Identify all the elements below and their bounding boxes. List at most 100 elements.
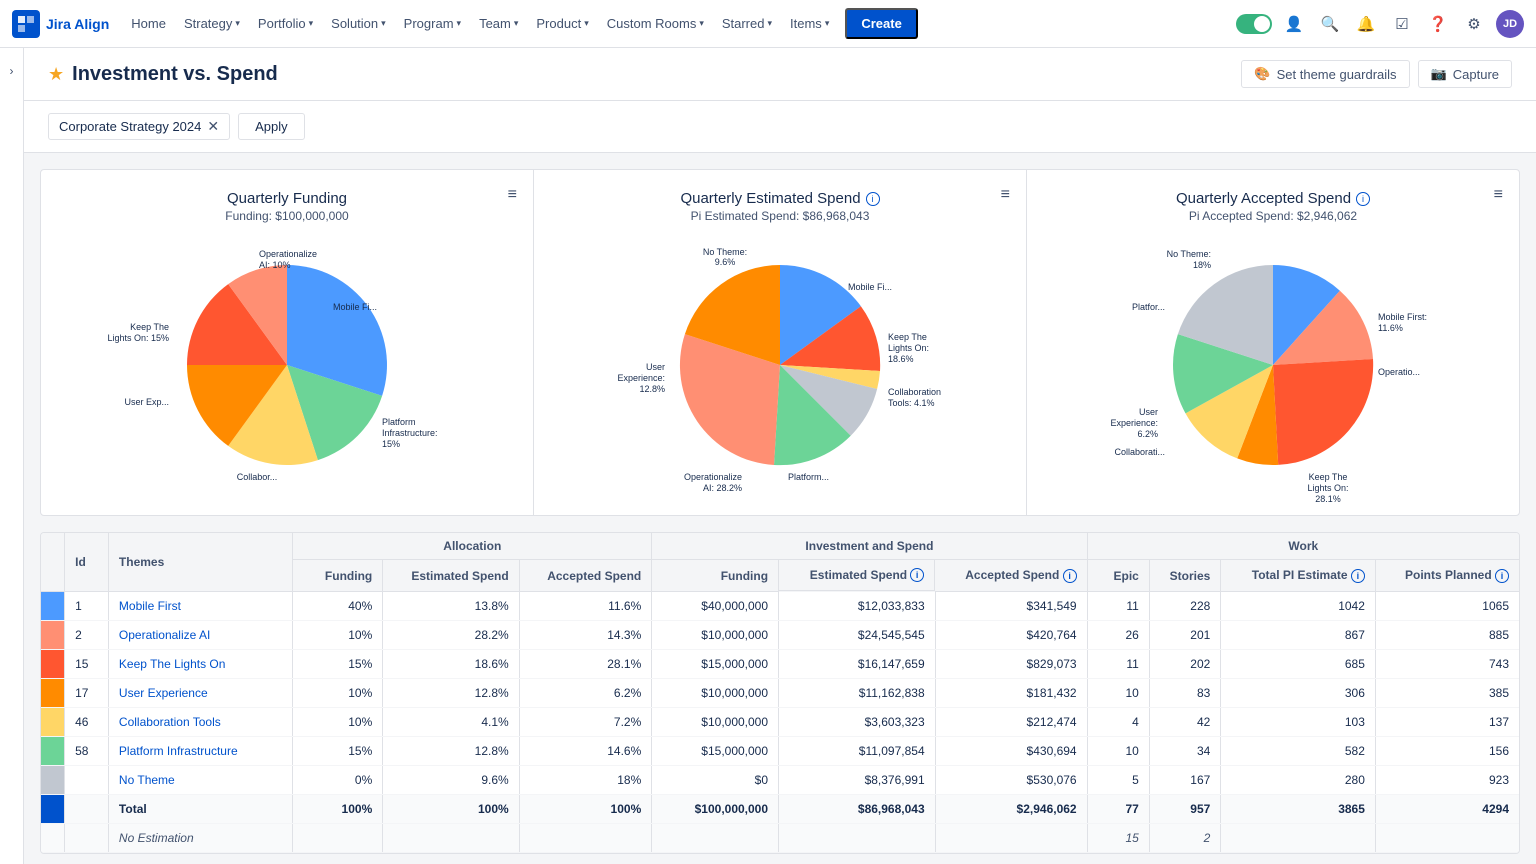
row-tpi: 280 — [1221, 766, 1376, 795]
row-alloc-funding: 10% — [293, 708, 383, 737]
search-icon[interactable]: 🔍 — [1316, 10, 1344, 38]
estimated-info-icon[interactable]: i — [866, 192, 880, 206]
quarterly-funding-subtitle: Funding: $100,000,000 — [57, 209, 517, 223]
row-inv-funding: $15,000,000 — [652, 737, 779, 766]
quarterly-funding-panel: Quarterly Funding Funding: $100,000,000 … — [41, 170, 534, 515]
guardrails-button[interactable]: 🎨 Set theme guardrails — [1241, 60, 1409, 88]
row-alloc-acc: 14.6% — [519, 737, 652, 766]
row-inv-funding: $15,000,000 — [652, 650, 779, 679]
svg-text:Platfor...: Platfor... — [1132, 302, 1165, 312]
quarterly-estimated-subtitle: Pi Estimated Spend: $86,968,043 — [550, 209, 1010, 223]
quarterly-accepted-title: Quarterly Accepted Spend — [1176, 190, 1351, 207]
row-inv-funding: $10,000,000 — [652, 679, 779, 708]
col-id: Id — [65, 533, 109, 592]
bell-icon[interactable]: 🔔 — [1352, 10, 1380, 38]
row-alloc-acc: 7.2% — [519, 708, 652, 737]
nav-portfolio[interactable]: Portfolio▾ — [250, 10, 321, 37]
svg-text:Operationalize: Operationalize — [684, 472, 742, 482]
row-alloc-est: 9.6% — [383, 766, 519, 795]
row-stories: 201 — [1149, 621, 1220, 650]
svg-text:15%: 15% — [382, 439, 400, 449]
col-pp: Points Planned i — [1375, 560, 1519, 592]
row-inv-acc: $829,073 — [935, 650, 1087, 679]
row-inv-funding: $10,000,000 — [652, 708, 779, 737]
nav-custom-rooms[interactable]: Custom Rooms▾ — [599, 10, 712, 37]
row-alloc-funding: 10% — [293, 679, 383, 708]
create-button[interactable]: Create — [845, 8, 917, 39]
svg-text:Collaborati...: Collaborati... — [1114, 447, 1165, 457]
app-logo[interactable]: Jira Align — [12, 10, 109, 38]
svg-text:User: User — [646, 362, 665, 372]
data-table-section: Id Themes Allocation Investment and Spen… — [40, 532, 1520, 854]
capture-button[interactable]: 📷 Capture — [1418, 60, 1512, 88]
svg-text:18.6%: 18.6% — [888, 354, 914, 364]
sidebar-toggle[interactable]: › — [0, 48, 24, 864]
row-pp: 385 — [1375, 679, 1519, 708]
row-theme: Mobile First — [108, 592, 292, 621]
nav-strategy[interactable]: Strategy▾ — [176, 10, 248, 37]
chart-menu-estimated[interactable]: ≡ — [1001, 186, 1010, 204]
apply-button[interactable]: Apply — [238, 113, 305, 140]
nav-product[interactable]: Product▾ — [528, 10, 596, 37]
chart-menu-accepted[interactable]: ≡ — [1494, 186, 1503, 204]
charts-section: Quarterly Funding Funding: $100,000,000 … — [40, 169, 1520, 516]
col-tpi: Total PI Estimate i — [1221, 560, 1376, 592]
row-inv-est: $24,545,545 — [779, 621, 936, 650]
row-alloc-acc: 6.2% — [519, 679, 652, 708]
nav-right-actions: 👤 🔍 🔔 ☑ ❓ ⚙ JD — [1236, 10, 1524, 38]
row-inv-acc: $430,694 — [935, 737, 1087, 766]
quarterly-accepted-panel: Quarterly Accepted Spend i Pi Accepted S… — [1027, 170, 1519, 515]
row-alloc-est: 28.2% — [383, 621, 519, 650]
quarterly-funding-chart: Mobile Fi... Platform Infrastructure: 15… — [57, 235, 517, 495]
row-theme: Platform Infrastructure — [108, 737, 292, 766]
guardrails-label: Set theme guardrails — [1277, 67, 1397, 82]
toggle-switch[interactable] — [1236, 14, 1272, 34]
nav-items[interactable]: Items▾ — [782, 10, 837, 37]
row-tpi: 103 — [1221, 708, 1376, 737]
svg-text:Operatio...: Operatio... — [1378, 367, 1420, 377]
row-alloc-est: 12.8% — [383, 679, 519, 708]
row-inv-acc: $212,474 — [935, 708, 1087, 737]
capture-icon: 📷 — [1431, 66, 1447, 82]
table-row: 17 User Experience 10% 12.8% 6.2% $10,00… — [41, 679, 1519, 708]
filter-bar: Corporate Strategy 2024 ✕ Apply — [24, 101, 1536, 153]
star-icon[interactable]: ★ — [48, 64, 64, 85]
table-row: 15 Keep The Lights On 15% 18.6% 28.1% $1… — [41, 650, 1519, 679]
help-icon[interactable]: ❓ — [1424, 10, 1452, 38]
row-theme: Keep The Lights On — [108, 650, 292, 679]
nav-solution[interactable]: Solution▾ — [323, 10, 394, 37]
accepted-info-icon[interactable]: i — [1356, 192, 1370, 206]
svg-text:AI: 28.2%: AI: 28.2% — [703, 483, 742, 493]
nav-program[interactable]: Program▾ — [396, 10, 469, 37]
settings-icon[interactable]: ⚙ — [1460, 10, 1488, 38]
nav-home[interactable]: Home — [123, 10, 174, 37]
avatar[interactable]: JD — [1496, 10, 1524, 38]
row-tpi: 582 — [1221, 737, 1376, 766]
col-themes: Themes — [108, 533, 292, 592]
quarterly-estimated-title: Quarterly Estimated Spend — [680, 190, 860, 207]
svg-text:Infrastructure:: Infrastructure: — [382, 428, 438, 438]
filter-tag-remove[interactable]: ✕ — [207, 118, 219, 135]
theme-color-bar — [41, 766, 65, 795]
total-row: Total 100% 100% 100% $100,000,000 $86,96… — [41, 795, 1519, 824]
page-title: Investment vs. Spend — [72, 63, 278, 86]
svg-text:User: User — [1139, 407, 1158, 417]
svg-text:AI: 10%: AI: 10% — [259, 260, 291, 270]
nav-starred[interactable]: Starred▾ — [714, 10, 780, 37]
row-inv-funding: $10,000,000 — [652, 621, 779, 650]
checkbox-icon[interactable]: ☑ — [1388, 10, 1416, 38]
row-id: 15 — [65, 650, 109, 679]
header-actions: 🎨 Set theme guardrails 📷 Capture — [1241, 60, 1512, 88]
row-tpi: 1042 — [1221, 592, 1376, 621]
quarterly-accepted-chart: Mobile First: 11.6% Operatio... Keep The… — [1043, 235, 1503, 495]
nav-team[interactable]: Team▾ — [471, 10, 526, 37]
row-inv-est: $8,376,991 — [779, 766, 936, 795]
svg-text:28.1%: 28.1% — [1315, 494, 1341, 504]
row-alloc-acc: 11.6% — [519, 592, 652, 621]
total-label: Total — [108, 795, 292, 824]
user-icon[interactable]: 👤 — [1280, 10, 1308, 38]
chart-menu-funding[interactable]: ≡ — [508, 186, 517, 204]
row-epic: 26 — [1087, 621, 1149, 650]
main-content: ★ Investment vs. Spend 🎨 Set theme guard… — [24, 48, 1536, 864]
theme-color-bar — [41, 708, 65, 737]
